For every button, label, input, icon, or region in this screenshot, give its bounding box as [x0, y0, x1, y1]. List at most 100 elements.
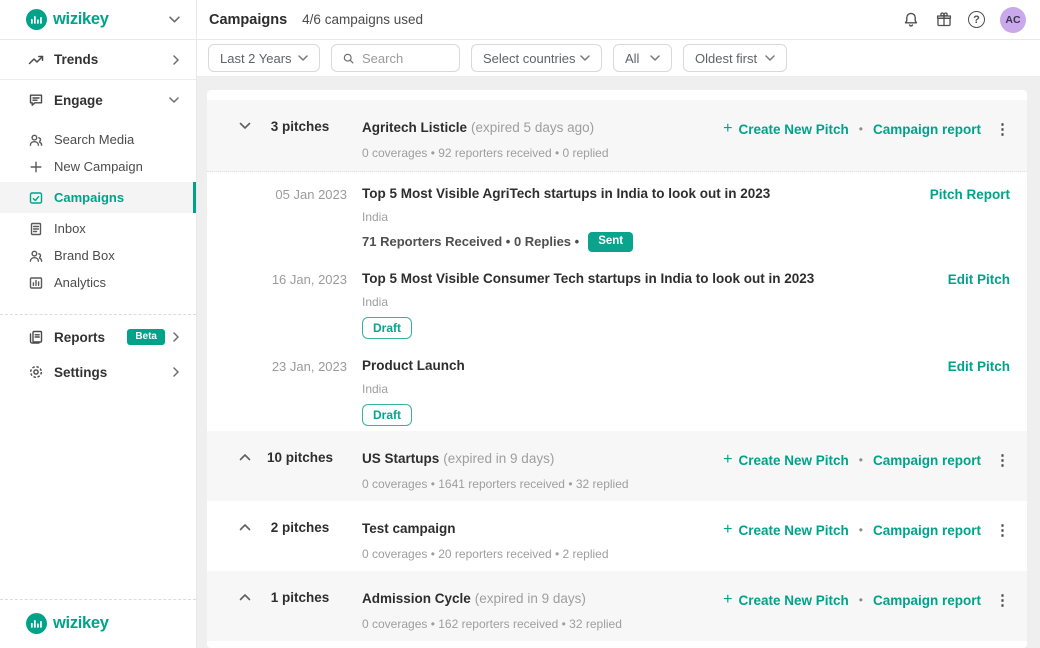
date-range-dropdown[interactable]: Last 2 Years [208, 44, 320, 72]
main-content: 3 pitches Agritech Listicle(expired 5 da… [197, 77, 1040, 648]
logo-text: wizikey [53, 10, 109, 29]
status-filter-dropdown[interactable]: All [613, 44, 672, 72]
pitch-count: 2 pitches [261, 520, 339, 535]
sent-status-badge: Sent [588, 232, 633, 252]
campaign-info: Test campaign 0 coverages • 20 reporters… [362, 520, 723, 561]
countries-dropdown[interactable]: Select countries [471, 44, 602, 72]
dot-separator: • [859, 523, 863, 537]
workspace-chevron-down-icon[interactable] [169, 16, 180, 23]
date-range-value: Last 2 Years [220, 51, 292, 66]
notification-bell-icon[interactable] [902, 11, 920, 29]
campaigns-panel: 3 pitches Agritech Listicle(expired 5 da… [207, 90, 1027, 648]
pitch-count: 3 pitches [261, 119, 339, 134]
chevron-down-icon [765, 55, 775, 61]
chevron-up-icon[interactable] [237, 453, 253, 461]
edit-pitch-link[interactable]: Edit Pitch [948, 359, 1010, 374]
campaign-expiry: (expired in 9 days) [443, 451, 554, 466]
help-icon[interactable]: ? [968, 11, 985, 28]
wizikey-app: wizikey Trends Engage Search Media New C… [0, 0, 1040, 648]
campaign-actions: +Create New Pitch • Campaign report ⋮ [723, 451, 1010, 469]
campaigns-icon [28, 190, 44, 206]
sort-dropdown[interactable]: Oldest first [683, 44, 787, 72]
chevron-down-icon[interactable] [237, 122, 253, 130]
chevron-right-icon [173, 367, 179, 377]
chevron-right-icon [173, 55, 179, 65]
dot-separator: • [859, 453, 863, 467]
chevron-down-icon [298, 55, 308, 61]
wizikey-footer-logo[interactable]: wizikey [26, 613, 196, 634]
sidebar-item-label: Inbox [54, 221, 86, 236]
campaign-report-link[interactable]: Campaign report [873, 122, 981, 137]
sidebar-item-brand-box[interactable]: Brand Box [0, 242, 196, 269]
kebab-menu-icon[interactable]: ⋮ [995, 591, 1010, 609]
sidebar-item-campaigns[interactable]: Campaigns [0, 182, 196, 213]
pitch-info: Product Launch India Draft [362, 358, 948, 426]
create-new-pitch-button[interactable]: +Create New Pitch [723, 522, 849, 538]
plus-icon: + [723, 522, 732, 538]
campaign-info: Agritech Listicle(expired 5 days ago) 0 … [362, 119, 723, 160]
create-new-pitch-button[interactable]: +Create New Pitch [723, 592, 849, 608]
wizikey-logo-icon [26, 613, 47, 634]
campaign-name: US Startups [362, 451, 439, 466]
countries-value: Select countries [483, 51, 576, 66]
sidebar-item-inbox[interactable]: Inbox [0, 215, 196, 242]
wizikey-logo[interactable]: wizikey [26, 9, 109, 30]
create-new-pitch-button[interactable]: +Create New Pitch [723, 452, 849, 468]
pitch-info: Top 5 Most Visible AgriTech startups in … [362, 186, 930, 252]
chevron-down-icon [650, 55, 660, 61]
plus-icon: + [723, 592, 732, 608]
wizikey-logo-icon [26, 9, 47, 30]
dot-separator: • [859, 593, 863, 607]
campaign-info: US Startups(expired in 9 days) 0 coverag… [362, 450, 723, 491]
pitch-stats: 71 Reporters Received • 0 Replies • Sent [362, 232, 930, 252]
sidebar-divider [0, 314, 196, 315]
search-icon [343, 52, 354, 65]
sidebar-item-new-campaign[interactable]: New Campaign [0, 153, 196, 180]
sidebar-item-search-media[interactable]: Search Media [0, 126, 196, 153]
pitch-count: 1 pitches [261, 590, 339, 605]
sidebar-item-analytics[interactable]: Analytics [0, 269, 196, 296]
page-title: Campaigns [209, 12, 287, 28]
sidebar-item-trends[interactable]: Trends [0, 40, 196, 80]
sidebar-item-label: Search Media [54, 132, 134, 147]
chevron-up-icon[interactable] [237, 593, 253, 601]
trends-icon [28, 52, 44, 68]
search-input[interactable] [362, 51, 448, 66]
pitch-info: Top 5 Most Visible Consumer Tech startup… [362, 271, 948, 339]
kebab-menu-icon[interactable]: ⋮ [995, 120, 1010, 138]
plus-icon: + [723, 452, 732, 468]
pitch-row: 23 Jan, 2023 Product Launch India Draft … [207, 344, 1027, 431]
campaign-actions: +Create New Pitch • Campaign report ⋮ [723, 521, 1010, 539]
campaigns-usage: 4/6 campaigns used [302, 12, 423, 27]
campaign-report-link[interactable]: Campaign report [873, 523, 981, 538]
pitch-date: 23 Jan, 2023 [253, 359, 347, 374]
campaign-row: 1 pitches Admission Cycle (expired in 9 d… [207, 571, 1027, 641]
pitch-count: 10 pitches [261, 450, 339, 465]
pitch-title: Product Launch [362, 358, 948, 373]
sidebar-item-label: Engage [54, 93, 103, 108]
search-box[interactable] [331, 44, 460, 72]
campaign-expiry: (expired in 9 days) [475, 591, 586, 606]
status-filter-value: All [625, 51, 639, 66]
sort-value: Oldest first [695, 51, 757, 66]
plus-icon: + [723, 121, 732, 137]
campaign-report-link[interactable]: Campaign report [873, 593, 981, 608]
analytics-icon [28, 275, 44, 291]
sidebar-item-label: Brand Box [54, 248, 115, 263]
user-avatar[interactable]: AC [1000, 7, 1026, 33]
sidebar-item-settings[interactable]: Settings [0, 355, 196, 389]
chevron-up-icon[interactable] [237, 523, 253, 531]
sidebar: wizikey Trends Engage Search Media New C… [0, 0, 197, 648]
create-new-pitch-button[interactable]: +Create New Pitch [723, 121, 849, 137]
edit-pitch-link[interactable]: Edit Pitch [948, 272, 1010, 287]
sidebar-item-engage[interactable]: Engage [0, 80, 196, 120]
gift-icon[interactable] [935, 11, 953, 29]
kebab-menu-icon[interactable]: ⋮ [995, 521, 1010, 539]
campaign-name: Admission Cycle [362, 591, 471, 606]
dot-separator: • [859, 122, 863, 136]
pitch-report-link[interactable]: Pitch Report [930, 187, 1010, 202]
sidebar-item-reports[interactable]: Reports Beta [0, 319, 196, 355]
kebab-menu-icon[interactable]: ⋮ [995, 451, 1010, 469]
campaign-report-link[interactable]: Campaign report [873, 453, 981, 468]
pitch-title: Top 5 Most Visible AgriTech startups in … [362, 186, 930, 201]
